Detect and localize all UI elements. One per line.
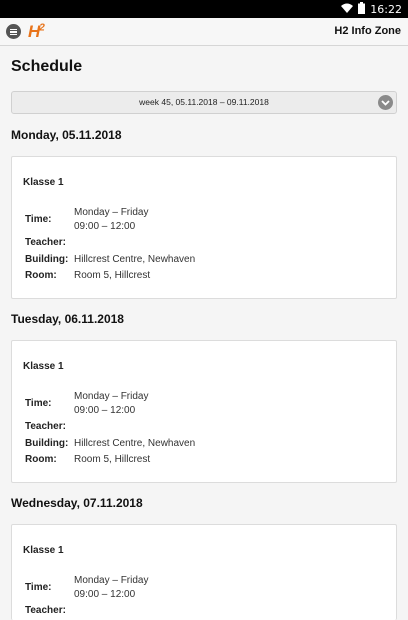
time-days: Monday – Friday bbox=[74, 575, 149, 586]
building-label: Building: bbox=[25, 438, 69, 449]
day-heading: Tuesday, 06.11.2018 bbox=[11, 312, 124, 326]
time-label: Time: bbox=[25, 582, 52, 593]
room-value: Room 5, Hillcrest bbox=[74, 454, 151, 465]
week-select[interactable]: week 45, 05.11.2018 – 09.11.2018 bbox=[11, 91, 397, 114]
building-value: Hillcrest Centre, Newhaven bbox=[74, 438, 196, 449]
app-bar: H2 H2 Info Zone bbox=[0, 18, 408, 46]
time-days: Monday – Friday bbox=[74, 391, 149, 402]
room-label: Room: bbox=[25, 270, 57, 281]
time-hours: 09:00 – 12:00 bbox=[74, 405, 136, 416]
building-value: Hillcrest Centre, Newhaven bbox=[74, 254, 196, 265]
teacher-label: Teacher: bbox=[25, 605, 66, 616]
time-hours: 09:00 – 12:00 bbox=[74, 221, 136, 232]
status-time: 16:22 bbox=[370, 2, 402, 16]
building-label: Building: bbox=[25, 254, 69, 265]
schedule-card[interactable]: Klasse 1 Time: Monday – Friday 09:00 – 1… bbox=[11, 156, 397, 299]
teacher-label: Teacher: bbox=[25, 421, 66, 432]
week-select-value: week 45, 05.11.2018 – 09.11.2018 bbox=[139, 97, 269, 107]
schedule-card[interactable]: Klasse 1 Time: Monday – Friday 09:00 – 1… bbox=[11, 524, 397, 620]
battery-icon bbox=[358, 1, 366, 17]
class-name: Klasse 1 bbox=[23, 545, 64, 556]
app-title: H2 Info Zone bbox=[334, 25, 401, 37]
time-label: Time: bbox=[25, 214, 52, 225]
time-label: Time: bbox=[25, 398, 52, 409]
class-name: Klasse 1 bbox=[23, 177, 64, 188]
room-label: Room: bbox=[25, 454, 57, 465]
schedule-card[interactable]: Klasse 1 Time: Monday – Friday 09:00 – 1… bbox=[11, 340, 397, 483]
time-hours: 09:00 – 12:00 bbox=[74, 589, 136, 600]
page-title: Schedule bbox=[11, 58, 83, 75]
time-days: Monday – Friday bbox=[74, 207, 149, 218]
class-name: Klasse 1 bbox=[23, 361, 64, 372]
menu-icon[interactable] bbox=[6, 24, 21, 39]
day-heading: Monday, 05.11.2018 bbox=[11, 128, 122, 142]
app-logo: H2 bbox=[28, 22, 45, 41]
day-heading: Wednesday, 07.11.2018 bbox=[11, 496, 143, 510]
status-bar: 16:22 bbox=[0, 0, 408, 18]
chevron-down-icon[interactable] bbox=[378, 95, 393, 110]
wifi-icon bbox=[341, 3, 354, 16]
room-value: Room 5, Hillcrest bbox=[74, 270, 151, 281]
teacher-label: Teacher: bbox=[25, 237, 66, 248]
